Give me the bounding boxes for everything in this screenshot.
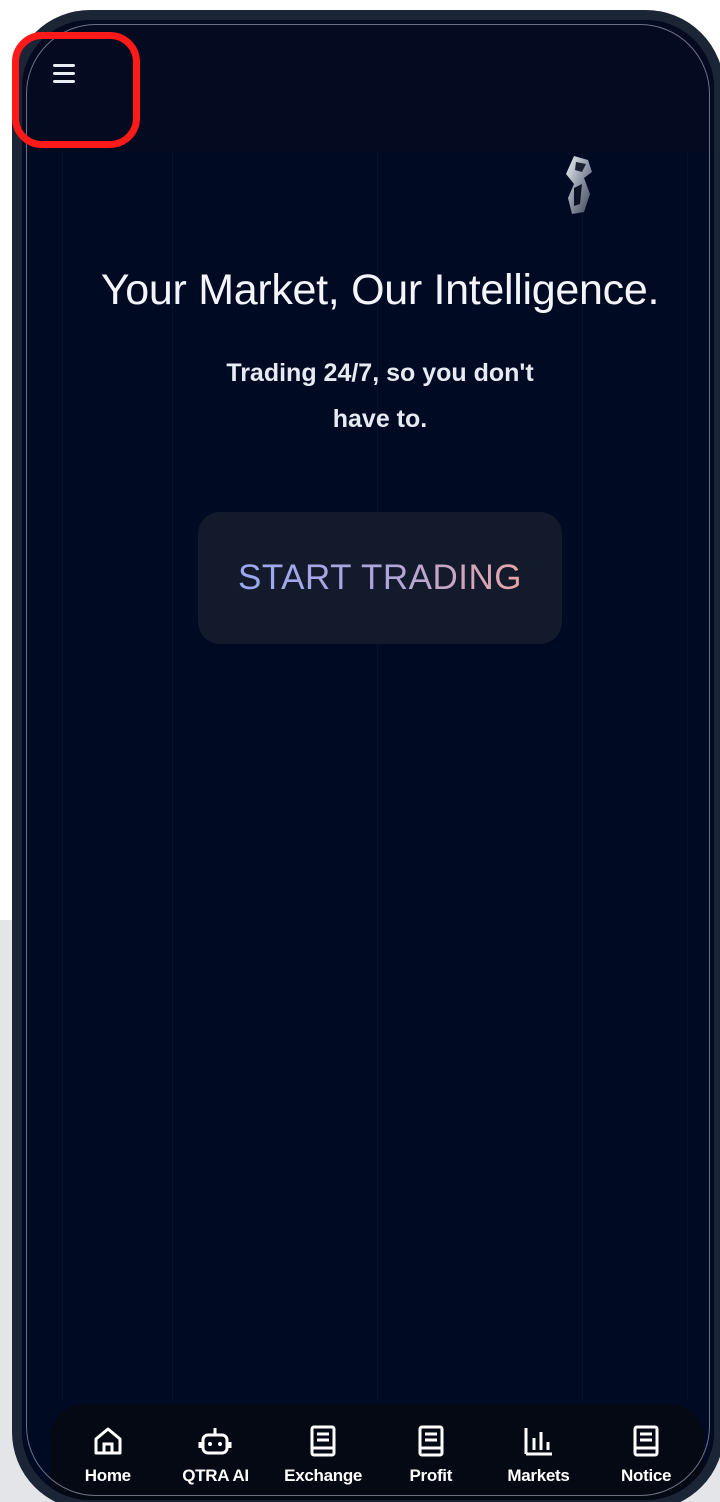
bottom-nav: Home QTRA AI Exchange Profit Markets Not… xyxy=(50,1404,704,1500)
book-icon xyxy=(633,1425,659,1457)
hamburger-menu-button[interactable] xyxy=(44,54,84,94)
book-icon xyxy=(310,1425,336,1457)
bar-chart-icon xyxy=(524,1428,553,1456)
hamburger-menu-icon xyxy=(53,64,75,67)
app-screen: Your Market, Our Intelligence. Trading 2… xyxy=(22,20,714,1500)
background-grid-line xyxy=(172,152,173,1400)
nav-item-exchange[interactable]: Exchange xyxy=(273,1424,373,1486)
phone-frame: Your Market, Our Intelligence. Trading 2… xyxy=(12,10,720,1502)
book-icon xyxy=(418,1425,444,1457)
nav-item-profit[interactable]: Profit xyxy=(381,1424,481,1486)
robot-icon xyxy=(198,1428,232,1455)
nav-label-markets: Markets xyxy=(507,1466,570,1485)
background-grid-line xyxy=(62,152,63,1400)
nav-label-notice: Notice xyxy=(621,1466,672,1485)
nav-item-markets[interactable]: Markets xyxy=(488,1424,588,1486)
nav-label-home: Home xyxy=(84,1466,131,1485)
hero-headline: Your Market, Our Intelligence. xyxy=(100,266,660,314)
nav-item-home[interactable]: Home xyxy=(58,1424,158,1486)
nav-item-qtra-ai[interactable]: QTRA AI xyxy=(165,1424,265,1486)
page: Your Market, Our Intelligence. Trading 2… xyxy=(0,0,720,1502)
background-grid-line xyxy=(582,152,583,1400)
brand-logo-icon xyxy=(562,154,596,216)
top-bar xyxy=(22,20,714,152)
start-trading-button[interactable]: START TRADING xyxy=(198,512,562,644)
start-trading-label: START TRADING xyxy=(238,558,522,597)
nav-item-notice[interactable]: Notice xyxy=(596,1424,696,1486)
hamburger-menu-icon xyxy=(53,80,75,83)
hamburger-menu-icon xyxy=(53,72,75,75)
hero-subline: Trading 24/7, so you don't have to. xyxy=(226,359,534,433)
nav-label-exchange: Exchange xyxy=(284,1466,363,1485)
background-grid-line xyxy=(377,152,378,1400)
background-grid-line xyxy=(687,152,688,1400)
nav-label-qtra-ai: QTRA AI xyxy=(182,1466,249,1485)
home-icon xyxy=(94,1427,122,1455)
nav-label-profit: Profit xyxy=(409,1466,453,1485)
